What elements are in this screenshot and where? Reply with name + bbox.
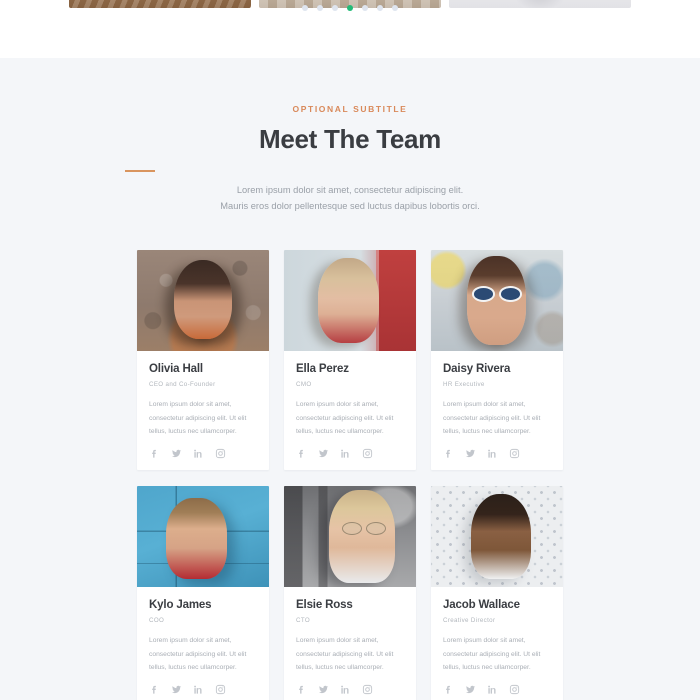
section-intro-line-2: Mauris eros dolor pellentesque sed luctu…	[220, 200, 480, 211]
section-intro-line-1: Lorem ipsum dolor sit amet, consectetur …	[236, 184, 464, 195]
member-name: Kylo James	[149, 599, 212, 612]
member-role: CEO and Co-Founder	[149, 380, 216, 388]
facebook-icon[interactable]	[149, 684, 160, 695]
social-links	[296, 684, 404, 695]
member-photo-olivia-hall	[137, 250, 269, 352]
member-photo-kylo-james	[137, 486, 269, 588]
card-body: Jacob Wallace Creative Director Lorem ip…	[431, 587, 563, 700]
linkedin-icon[interactable]	[193, 448, 204, 459]
member-role: HR Executive	[443, 380, 485, 388]
card-body: Elsie Ross CTO Lorem ipsum dolor sit ame…	[284, 587, 416, 700]
instagram-icon[interactable]	[509, 448, 520, 459]
instagram-icon[interactable]	[509, 684, 520, 695]
twitter-icon[interactable]	[171, 448, 182, 459]
twitter-icon[interactable]	[318, 684, 329, 695]
sunglasses-icon	[471, 286, 523, 303]
facebook-icon[interactable]	[443, 684, 454, 695]
social-links	[149, 448, 257, 459]
member-name: Elsie Ross	[296, 599, 353, 612]
member-bio: Lorem ipsum dolor sit amet, consectetur …	[149, 636, 247, 672]
member-name: Olivia Hall	[149, 363, 203, 376]
card-body: Kylo James COO Lorem ipsum dolor sit ame…	[137, 587, 269, 700]
linkedin-icon[interactable]	[340, 684, 351, 695]
carousel-strip	[0, 0, 700, 58]
linkedin-icon[interactable]	[487, 448, 498, 459]
twitter-icon[interactable]	[171, 684, 182, 695]
facebook-icon[interactable]	[296, 684, 307, 695]
section-eyebrow: OPTIONAL SUBTITLE	[292, 104, 408, 114]
instagram-icon[interactable]	[362, 448, 373, 459]
social-links	[149, 684, 257, 695]
member-name: Daisy Rivera	[443, 363, 511, 376]
team-card[interactable]: Olivia Hall CEO and Co-Founder Lorem ips…	[137, 250, 269, 471]
carousel-dot-7[interactable]	[392, 5, 398, 11]
carousel-dot-1[interactable]	[302, 5, 308, 11]
member-role: COO	[149, 616, 165, 624]
carousel-dot-4-active[interactable]	[347, 5, 353, 11]
eyeglasses-icon	[342, 522, 386, 536]
social-links	[443, 684, 551, 695]
team-card[interactable]: Elsie Ross CTO Lorem ipsum dolor sit ame…	[284, 486, 416, 700]
member-bio: Lorem ipsum dolor sit amet, consectetur …	[296, 636, 394, 672]
social-links	[443, 448, 551, 459]
facebook-icon[interactable]	[149, 448, 160, 459]
linkedin-icon[interactable]	[487, 684, 498, 695]
member-photo-daisy-rivera	[431, 250, 563, 352]
member-name: Jacob Wallace	[443, 599, 520, 612]
member-photo-ella-perez	[284, 250, 416, 352]
member-role: Creative Director	[443, 616, 496, 624]
member-role: CMO	[296, 380, 312, 388]
member-bio: Lorem ipsum dolor sit amet, consectetur …	[149, 400, 247, 436]
facebook-icon[interactable]	[443, 448, 454, 459]
linkedin-icon[interactable]	[193, 684, 204, 695]
page-title: Meet The Team	[259, 124, 441, 154]
card-body: Daisy Rivera HR Executive Lorem ipsum do…	[431, 351, 563, 470]
member-bio: Lorem ipsum dolor sit amet, consectetur …	[443, 636, 541, 672]
member-bio: Lorem ipsum dolor sit amet, consectetur …	[443, 400, 541, 436]
divider-row	[0, 169, 700, 172]
page-root: OPTIONAL SUBTITLE Meet The Team Lorem ip…	[0, 0, 700, 700]
member-role: CTO	[296, 616, 310, 624]
twitter-icon[interactable]	[465, 684, 476, 695]
instagram-icon[interactable]	[215, 448, 226, 459]
team-card[interactable]: Kylo James COO Lorem ipsum dolor sit ame…	[137, 486, 269, 700]
member-photo-jacob-wallace	[431, 486, 563, 588]
social-links	[296, 448, 404, 459]
instagram-icon[interactable]	[215, 684, 226, 695]
team-card[interactable]: Daisy Rivera HR Executive Lorem ipsum do…	[431, 250, 563, 471]
member-photo-elsie-ross	[284, 486, 416, 588]
carousel-dot-2[interactable]	[317, 5, 323, 11]
team-card[interactable]: Jacob Wallace Creative Director Lorem ip…	[431, 486, 563, 700]
twitter-icon[interactable]	[318, 448, 329, 459]
carousel-pagination	[0, 5, 700, 11]
card-body: Olivia Hall CEO and Co-Founder Lorem ips…	[137, 351, 269, 470]
member-name: Ella Perez	[296, 363, 349, 376]
facebook-icon[interactable]	[296, 448, 307, 459]
instagram-icon[interactable]	[362, 684, 373, 695]
member-bio: Lorem ipsum dolor sit amet, consectetur …	[296, 400, 394, 436]
accent-divider	[125, 169, 155, 172]
team-section: OPTIONAL SUBTITLE Meet The Team Lorem ip…	[0, 58, 700, 700]
team-grid: Olivia Hall CEO and Co-Founder Lorem ips…	[135, 250, 565, 700]
carousel-dot-5[interactable]	[362, 5, 368, 11]
card-body: Ella Perez CMO Lorem ipsum dolor sit ame…	[284, 351, 416, 470]
carousel-dot-3[interactable]	[332, 5, 338, 11]
twitter-icon[interactable]	[465, 448, 476, 459]
section-intro: Lorem ipsum dolor sit amet, consectetur …	[135, 182, 565, 215]
team-card[interactable]: Ella Perez CMO Lorem ipsum dolor sit ame…	[284, 250, 416, 471]
linkedin-icon[interactable]	[340, 448, 351, 459]
carousel-dot-6[interactable]	[377, 5, 383, 11]
